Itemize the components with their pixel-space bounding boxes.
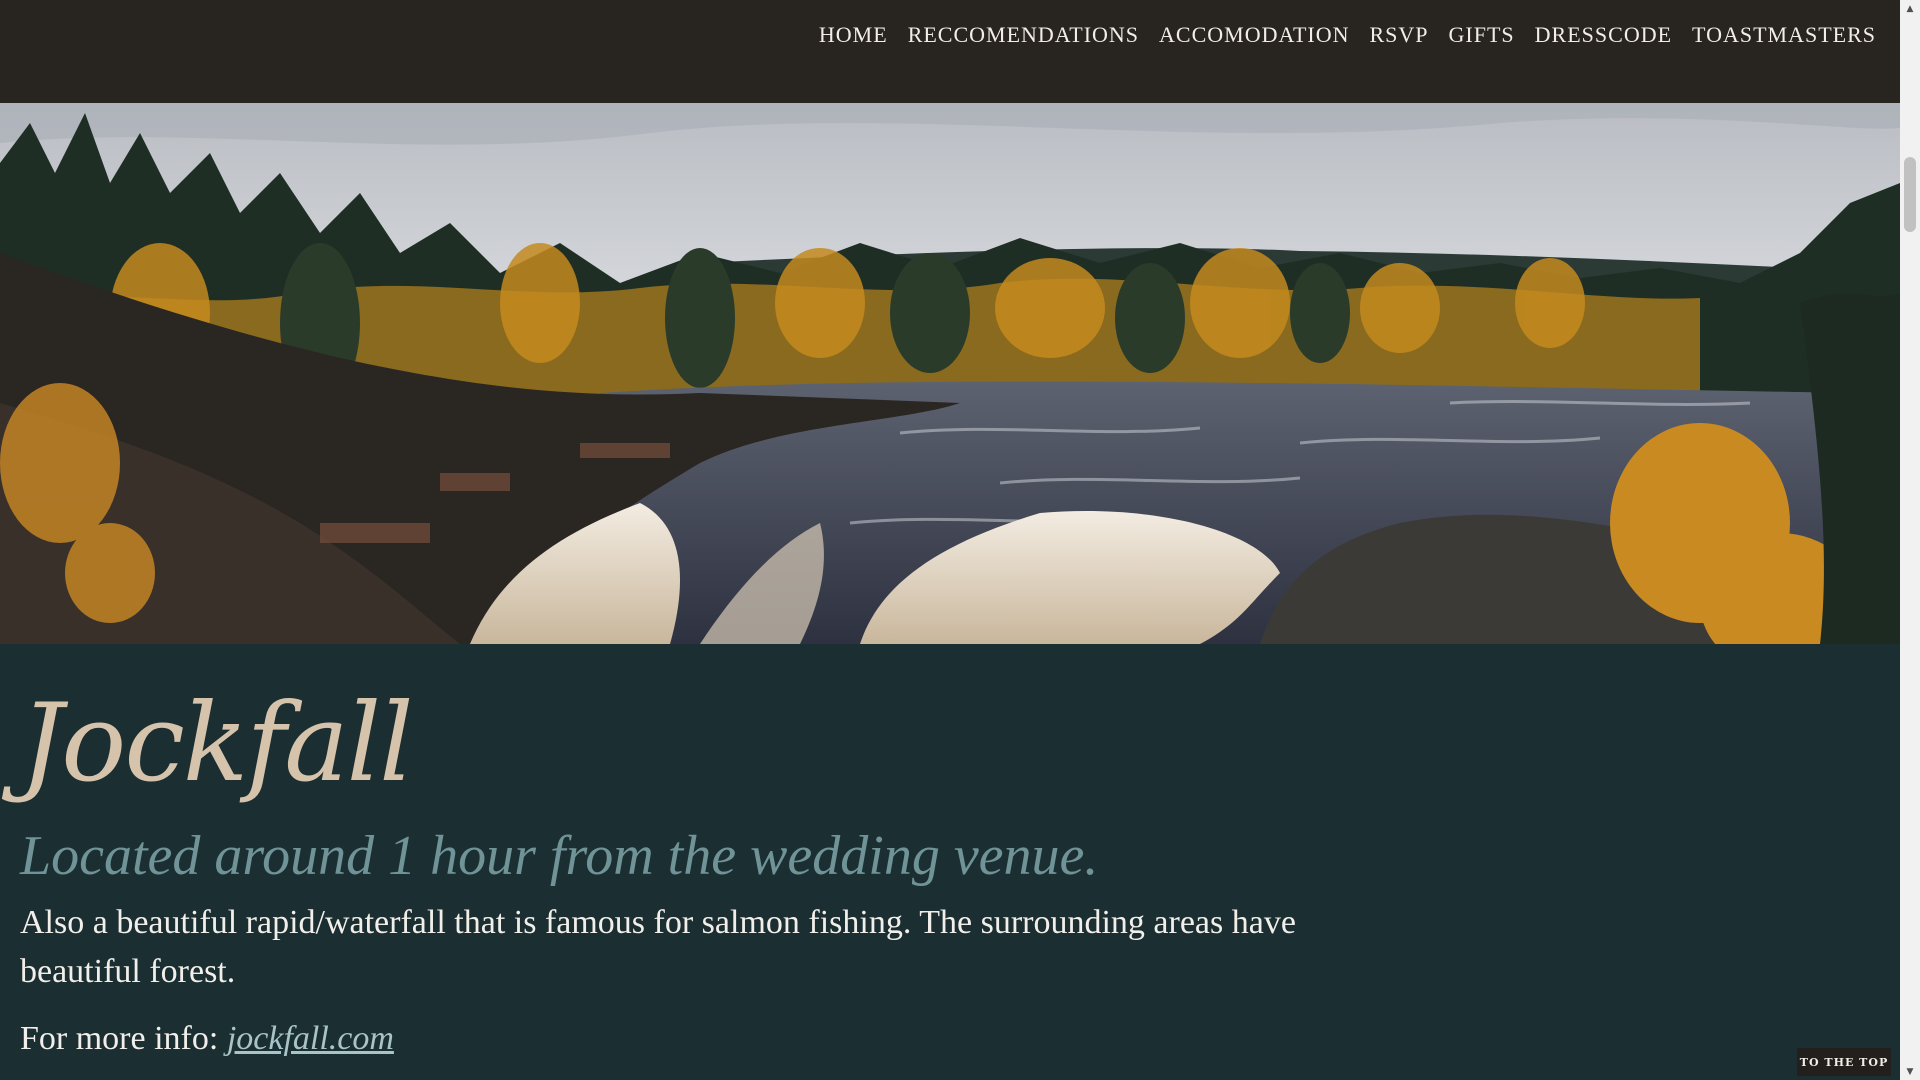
more-info-line: For more info: jockfall.com bbox=[20, 1016, 394, 1062]
nav-item-recommendations[interactable]: RECCOMENDATIONS bbox=[908, 22, 1139, 48]
top-navigation-bar: HOME RECCOMENDATIONS ACCOMODATION RSVP G… bbox=[0, 0, 1900, 103]
scroll-down-arrow-icon[interactable]: ▼ bbox=[1900, 1063, 1920, 1080]
more-info-label: For more info: bbox=[20, 1020, 219, 1057]
nav-item-gifts[interactable]: GIFTS bbox=[1449, 22, 1515, 48]
destination-title: Jockfall bbox=[20, 681, 414, 806]
scrollbar-thumb[interactable] bbox=[1904, 157, 1916, 232]
nav-item-accommodation[interactable]: ACCOMODATION bbox=[1159, 22, 1349, 48]
nav-item-home[interactable]: HOME bbox=[819, 22, 888, 48]
main-nav: HOME RECCOMENDATIONS ACCOMODATION RSVP G… bbox=[819, 22, 1876, 48]
hero-waterfall-image bbox=[0, 103, 1900, 644]
nav-item-rsvp[interactable]: RSVP bbox=[1370, 22, 1429, 48]
nav-item-dresscode[interactable]: DRESSCODE bbox=[1535, 22, 1672, 48]
scroll-up-arrow-icon[interactable]: ▲ bbox=[1900, 0, 1920, 17]
more-info-link[interactable]: jockfall.com bbox=[227, 1020, 394, 1057]
nav-item-toastmasters[interactable]: TOASTMASTERS bbox=[1692, 22, 1876, 48]
destination-section: Jockfall Located around 1 hour from the … bbox=[0, 644, 1900, 1080]
destination-subtitle: Located around 1 hour from the wedding v… bbox=[20, 825, 1099, 887]
destination-description: Also a beautiful rapid/waterfall that is… bbox=[20, 904, 1296, 990]
page: HOME RECCOMENDATIONS ACCOMODATION RSVP G… bbox=[0, 0, 1920, 1080]
page-scrollbar[interactable]: ▲ ▼ bbox=[1900, 0, 1920, 1080]
to-the-top-button[interactable]: TO THE TOP bbox=[1797, 1048, 1891, 1076]
